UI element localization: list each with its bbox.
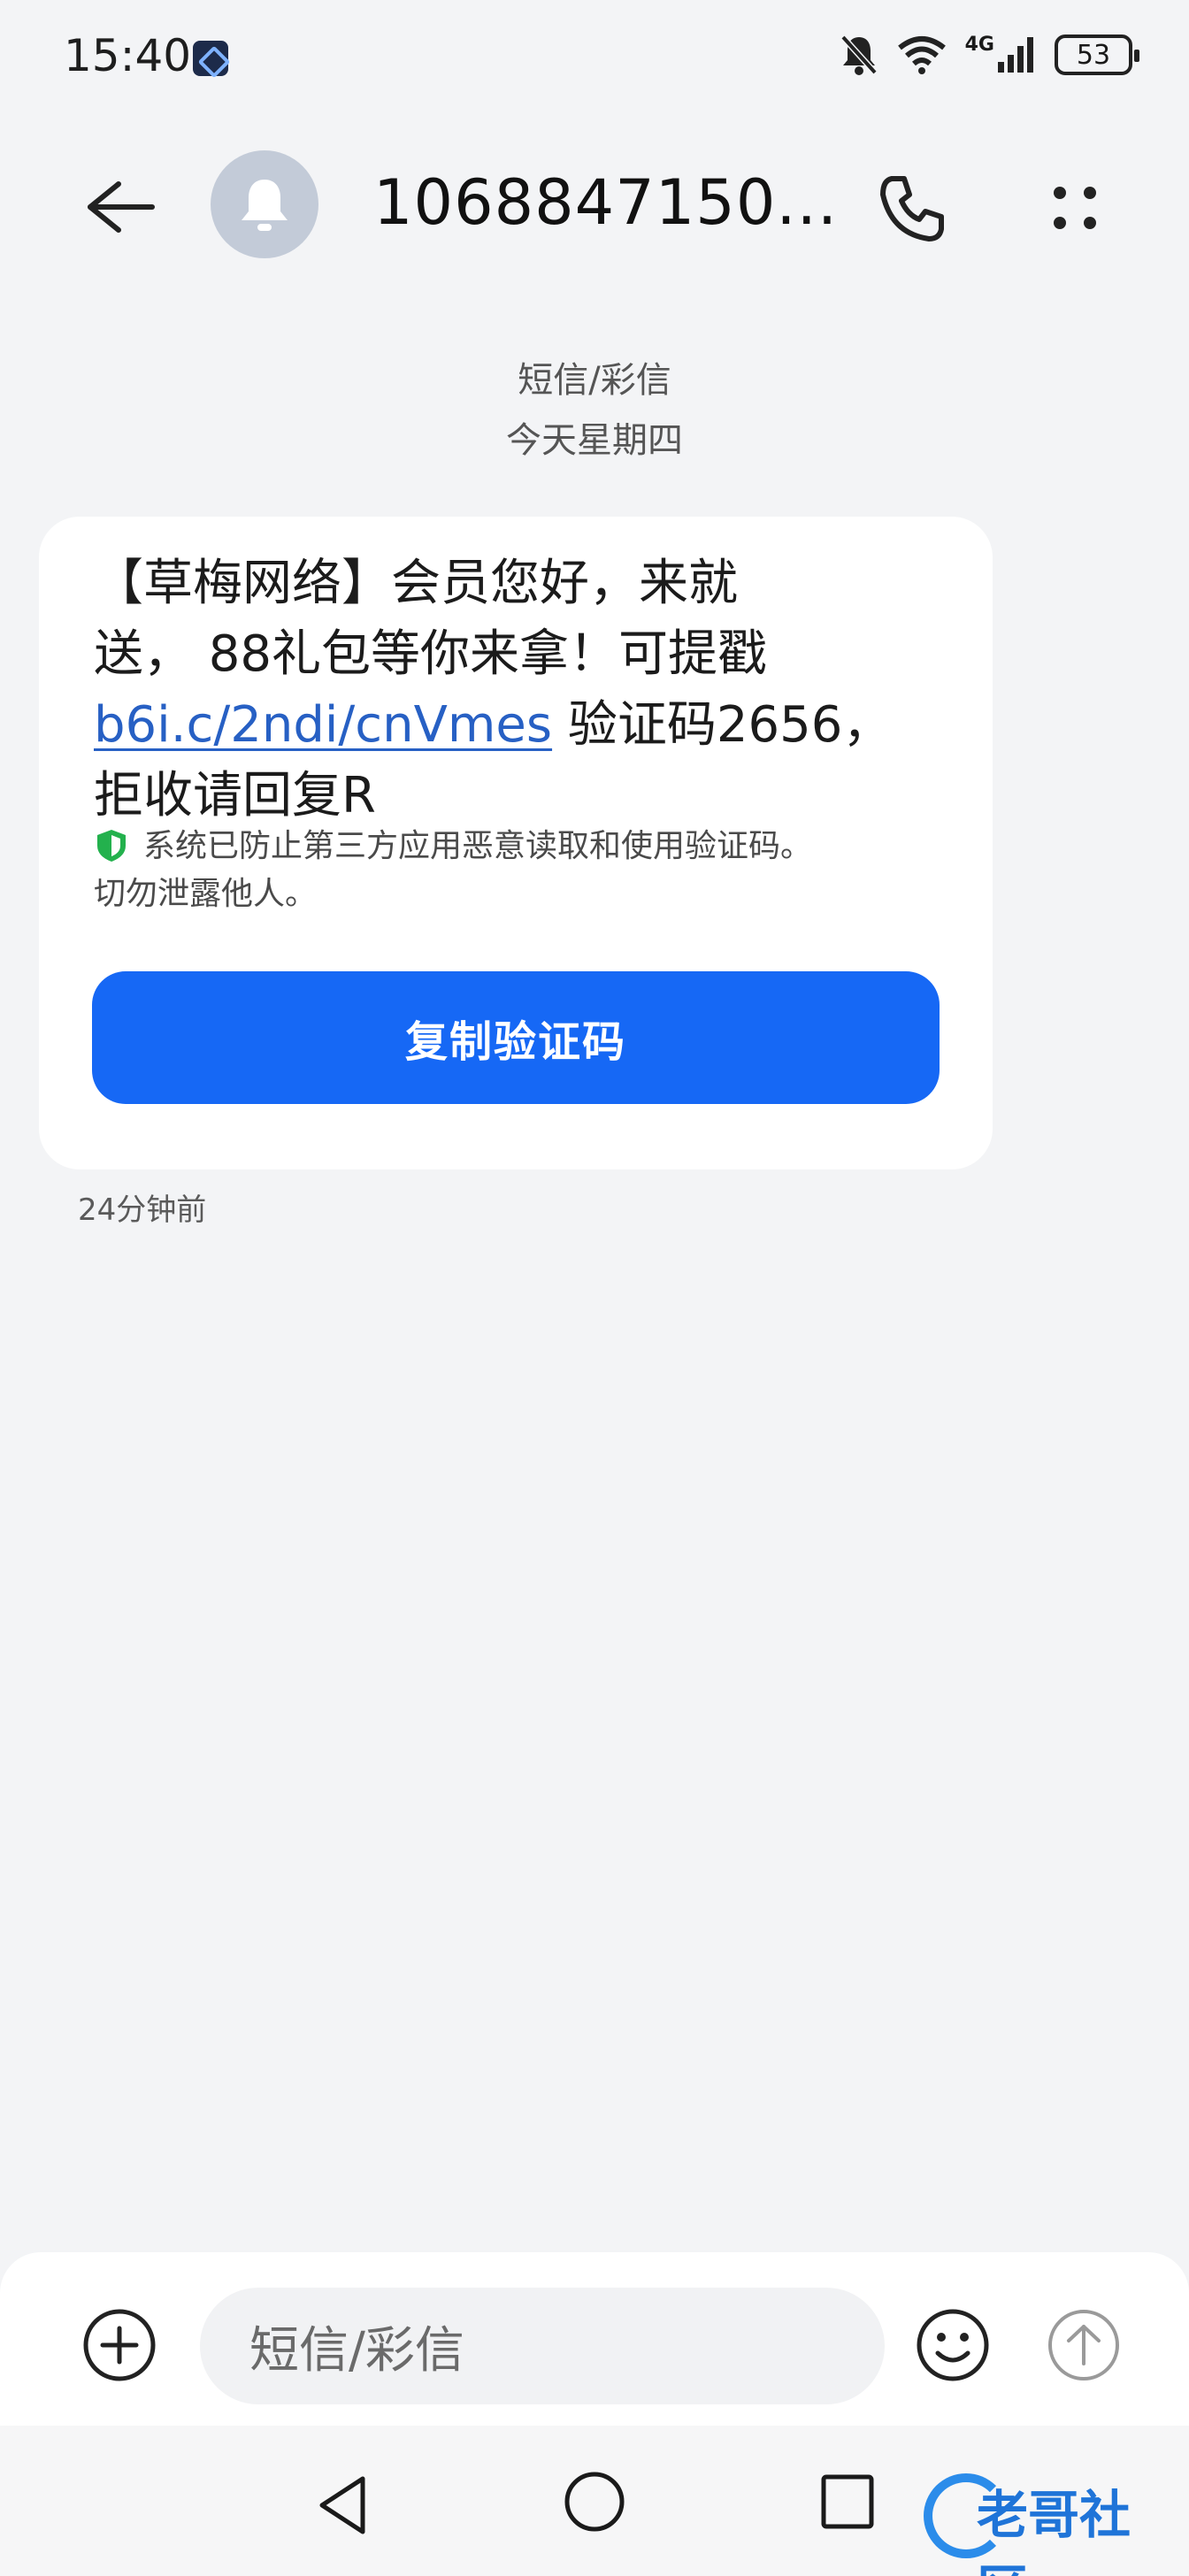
message-line-4: 拒收请回复R bbox=[94, 767, 376, 824]
date-label: 今天星期四 bbox=[506, 420, 683, 461]
watermark-logo: 老哥社区 bbox=[924, 2468, 1180, 2576]
wifi-icon bbox=[897, 36, 946, 74]
message-line-3: b6i.c/2ndi/cnVmes 验证码2656， bbox=[94, 690, 925, 761]
message-meta: 短信/彩信 今天星期四 bbox=[0, 350, 1189, 471]
nav-back-icon[interactable] bbox=[311, 2470, 373, 2541]
app-badge-icon bbox=[193, 41, 228, 76]
status-time: 15:40 bbox=[64, 30, 192, 81]
emoji-icon[interactable] bbox=[913, 2305, 993, 2385]
avatar[interactable] bbox=[211, 150, 318, 258]
signal-icon: 4G bbox=[965, 35, 1035, 74]
message-input-placeholder: 短信/彩信 bbox=[249, 2321, 464, 2380]
composer-bar: 短信/彩信 bbox=[0, 2252, 1189, 2426]
message-input[interactable]: 短信/彩信 bbox=[200, 2288, 885, 2404]
more-dots-icon[interactable] bbox=[1035, 168, 1115, 248]
bell-icon bbox=[242, 180, 288, 231]
arrow-left-icon[interactable] bbox=[76, 165, 161, 249]
nav-home-icon[interactable] bbox=[563, 2470, 626, 2534]
security-note-text-1: 系统已防止第三方应用恶意读取和使用验证码。 bbox=[143, 828, 813, 864]
contact-name: 1068847150... bbox=[373, 166, 833, 239]
security-note-line-1: 系统已防止第三方应用恶意读取和使用验证码。 bbox=[94, 823, 943, 870]
mute-bell-icon bbox=[840, 34, 878, 75]
nav-recents-icon[interactable] bbox=[819, 2472, 876, 2532]
watermark-text: 老哥社区 bbox=[977, 2485, 1131, 2576]
phone-icon[interactable] bbox=[872, 168, 952, 248]
security-note-line-2: 切勿泄露他人。 bbox=[94, 876, 318, 912]
shield-check-icon bbox=[97, 830, 126, 862]
message-code-text: 验证码2656， bbox=[552, 696, 893, 754]
plus-circle-icon[interactable] bbox=[80, 2305, 159, 2385]
message-line-2: 送， 88礼包等你来拿！可提戳 bbox=[94, 625, 768, 683]
message-link[interactable]: b6i.c/2ndi/cnVmes bbox=[94, 696, 552, 754]
status-icons: 4G 53 bbox=[840, 34, 1139, 76]
security-note: 系统已防止第三方应用恶意读取和使用验证码。 切勿泄露他人。 bbox=[94, 823, 943, 918]
network-type: 4G bbox=[964, 34, 994, 56]
copy-code-button[interactable]: 复制验证码 bbox=[92, 971, 940, 1104]
status-bar: 15:40 4G 53 bbox=[0, 0, 1189, 115]
message-text: 【草梅网络】会员您好，来就 送， 88礼包等你来拿！可提戳 b6i.c/2ndi… bbox=[94, 548, 925, 832]
message-bubble[interactable]: 【草梅网络】会员您好，来就 送， 88礼包等你来拿！可提戳 b6i.c/2ndi… bbox=[39, 517, 993, 1169]
channel-label: 短信/彩信 bbox=[518, 360, 671, 401]
conversation-header: 1068847150... bbox=[0, 142, 1189, 265]
battery-level: 53 bbox=[1076, 39, 1111, 71]
message-timestamp: 24分钟前 bbox=[78, 1192, 207, 1228]
message-line-1: 【草梅网络】会员您好，来就 bbox=[94, 555, 738, 612]
send-arrow-icon[interactable] bbox=[1044, 2305, 1124, 2385]
battery-icon: 53 bbox=[1055, 34, 1139, 75]
